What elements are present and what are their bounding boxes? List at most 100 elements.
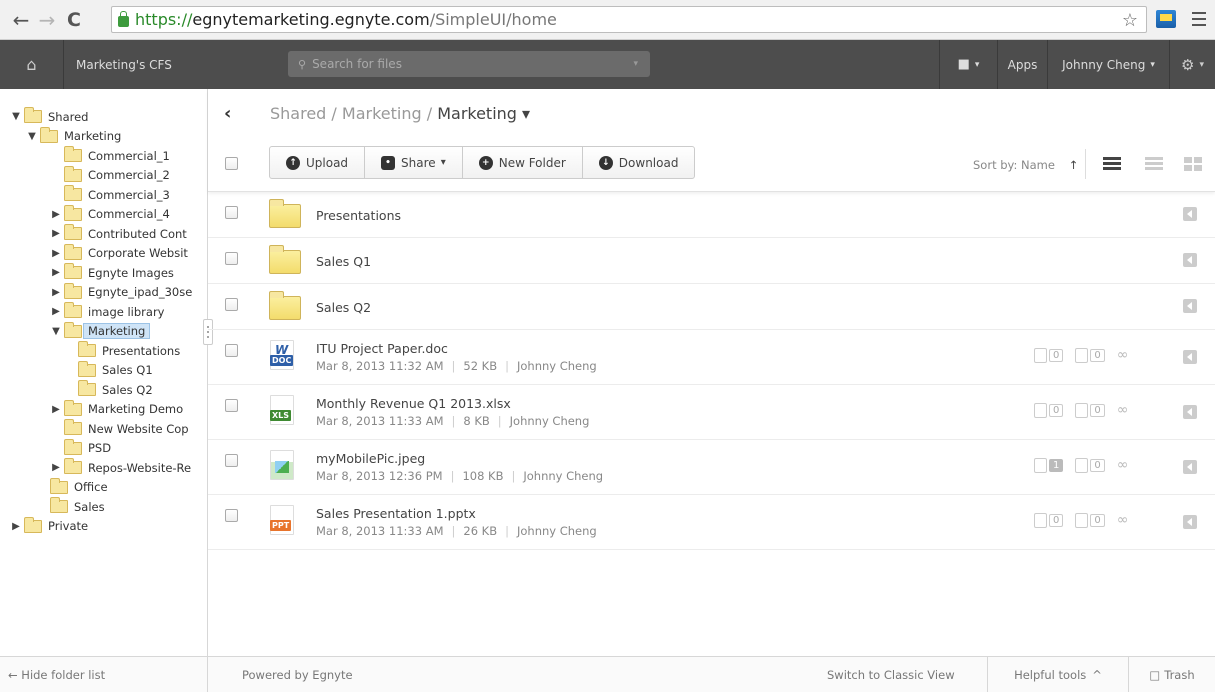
comment-icon[interactable] xyxy=(1034,512,1047,528)
back-arrow-icon[interactable]: ← xyxy=(8,8,34,32)
expand-arrow-icon[interactable]: ▶ xyxy=(50,209,62,220)
row-checkbox[interactable] xyxy=(225,206,238,219)
tree-item-marketing-demo[interactable]: ▶ Marketing Demo xyxy=(0,399,207,420)
trash-button[interactable]: □ Trash xyxy=(1129,657,1215,692)
link-icon[interactable]: ∞ xyxy=(1117,402,1129,418)
tree-item-private[interactable]: ▶ Private xyxy=(0,516,207,537)
back-chevron-icon[interactable]: ‹ xyxy=(224,103,231,124)
comment-icon[interactable] xyxy=(1034,347,1047,363)
tree-item-marketing[interactable]: ▼ Marketing xyxy=(0,126,207,147)
list-item[interactable]: PPT Sales Presentation 1.pptx Mar 8, 201… xyxy=(208,495,1215,550)
sort-control[interactable]: Sort by: Name ↑ xyxy=(973,158,1078,172)
list-item[interactable]: myMobilePic.jpeg Mar 8, 2013 12:36 PM | 10… xyxy=(208,440,1215,495)
user-menu[interactable]: Johnny Cheng ▾ xyxy=(1047,40,1169,89)
extension-icon[interactable] xyxy=(1156,10,1176,28)
row-checkbox[interactable] xyxy=(225,252,238,265)
item-name[interactable]: ITU Project Paper.doc xyxy=(316,341,448,356)
upload-button[interactable]: ↑ Upload xyxy=(270,147,366,178)
hide-folder-list-link[interactable]: ← Hide folder list xyxy=(0,657,208,692)
comment-icon[interactable] xyxy=(1034,457,1047,473)
row-actions-icon[interactable] xyxy=(1183,299,1197,313)
new-folder-button[interactable]: + New Folder xyxy=(463,147,583,178)
tree-item-commercial-3[interactable]: Commercial_3 xyxy=(0,185,207,205)
item-name[interactable]: myMobilePic.jpeg xyxy=(316,451,425,466)
tree-item-corporate-website[interactable]: ▶ Corporate Websit xyxy=(0,243,207,264)
tree-item-sales-q2[interactable]: Sales Q2 xyxy=(0,380,207,400)
grid-view-icon[interactable] xyxy=(1184,157,1202,171)
list-item[interactable]: XLS Monthly Revenue Q1 2013.xlsx Mar 8, … xyxy=(208,385,1215,440)
select-all-checkbox[interactable] xyxy=(225,157,238,170)
tree-item-shared[interactable]: ▼ Shared xyxy=(0,107,207,127)
list-item[interactable]: Presentations xyxy=(208,192,1215,238)
forward-arrow-icon[interactable]: → xyxy=(34,8,60,32)
compact-list-view-icon[interactable] xyxy=(1145,157,1163,171)
chevron-down-icon[interactable]: ▾ xyxy=(633,59,638,69)
detail-list-view-icon[interactable] xyxy=(1103,157,1121,171)
versions-icon[interactable] xyxy=(1075,457,1089,473)
home-icon[interactable]: ⌂ xyxy=(0,40,64,89)
apps-button[interactable]: Apps xyxy=(997,40,1047,89)
item-name[interactable]: Sales Q2 xyxy=(316,300,371,315)
expand-arrow-icon[interactable]: ▶ xyxy=(50,228,62,239)
download-button[interactable]: ↓ Download xyxy=(583,147,695,178)
item-name[interactable]: Monthly Revenue Q1 2013.xlsx xyxy=(316,396,511,411)
item-name[interactable]: Presentations xyxy=(316,208,401,223)
tree-item-sales-q1[interactable]: Sales Q1 xyxy=(0,360,207,381)
expand-arrow-icon[interactable]: ▶ xyxy=(50,267,62,278)
tree-item-psd[interactable]: PSD xyxy=(0,438,207,459)
tree-item-presentations[interactable]: Presentations xyxy=(0,341,207,361)
row-actions-icon[interactable] xyxy=(1183,405,1197,419)
tree-item-egnyte-ipad[interactable]: ▶ Egnyte_ipad_30se xyxy=(0,282,207,303)
sort-value[interactable]: Name xyxy=(1021,158,1055,172)
link-icon[interactable]: ∞ xyxy=(1117,512,1129,528)
item-name[interactable]: Sales Q1 xyxy=(316,254,371,269)
bookmark-star-icon[interactable]: ☆ xyxy=(1122,10,1138,31)
expand-arrow-icon[interactable]: ▶ xyxy=(50,248,62,259)
row-checkbox[interactable] xyxy=(225,298,238,311)
bookmarks-button[interactable]: ■ ▾ xyxy=(939,40,997,89)
tree-item-commercial-4[interactable]: ▶ Commercial_4 xyxy=(0,204,207,225)
list-item[interactable]: W DOC ITU Project Paper.doc Mar 8, 2013 1… xyxy=(208,330,1215,385)
row-actions-icon[interactable] xyxy=(1183,515,1197,529)
settings-menu[interactable]: ⚙ ▾ xyxy=(1169,40,1215,89)
chevron-down-icon[interactable]: ▾ xyxy=(522,104,530,123)
sort-direction-icon[interactable]: ↑ xyxy=(1069,158,1079,172)
expand-arrow-icon[interactable]: ▶ xyxy=(50,462,62,473)
row-checkbox[interactable] xyxy=(225,454,238,467)
expand-arrow-icon[interactable]: ▶ xyxy=(50,404,62,415)
tree-item-contributed-content[interactable]: ▶ Contributed Cont xyxy=(0,224,207,244)
versions-icon[interactable] xyxy=(1075,402,1089,418)
row-actions-icon[interactable] xyxy=(1183,253,1197,267)
expand-arrow-icon[interactable]: ▼ xyxy=(10,111,22,122)
row-actions-icon[interactable] xyxy=(1183,207,1197,221)
tree-item-image-library[interactable]: ▶ image library xyxy=(0,302,207,322)
breadcrumb-shared[interactable]: Shared xyxy=(270,104,326,123)
expand-arrow-icon[interactable]: ▶ xyxy=(10,521,22,532)
tree-item-egnyte-images[interactable]: ▶ Egnyte Images xyxy=(0,263,207,283)
address-bar[interactable]: https://egnytemarketing.egnyte.com/Simpl… xyxy=(111,6,1147,33)
tree-item-sales[interactable]: Sales xyxy=(0,497,207,517)
breadcrumb-current[interactable]: Marketing xyxy=(437,104,517,123)
expand-arrow-icon[interactable]: ▶ xyxy=(50,306,62,317)
row-checkbox[interactable] xyxy=(225,344,238,357)
row-actions-icon[interactable] xyxy=(1183,350,1197,364)
reload-icon[interactable]: C xyxy=(60,9,88,31)
tree-item-commercial-2[interactable]: Commercial_2 xyxy=(0,165,207,186)
tree-item-repos-website[interactable]: ▶ Repos-Website-Re xyxy=(0,458,207,478)
tree-item-marketing-selected[interactable]: ▼ Marketing xyxy=(0,321,207,342)
tree-item-new-website-copy[interactable]: New Website Cop xyxy=(0,419,207,439)
expand-arrow-icon[interactable]: ▶ xyxy=(50,287,62,298)
row-actions-icon[interactable] xyxy=(1183,460,1197,474)
row-checkbox[interactable] xyxy=(225,399,238,412)
expand-arrow-icon[interactable]: ▼ xyxy=(50,326,62,337)
versions-icon[interactable] xyxy=(1075,512,1089,528)
share-button[interactable]: • Share ▾ xyxy=(365,147,463,178)
classic-view-link[interactable]: Switch to Classic View xyxy=(827,668,987,682)
browser-menu-icon[interactable] xyxy=(1192,12,1206,30)
item-name[interactable]: Sales Presentation 1.pptx xyxy=(316,506,476,521)
expand-arrow-icon[interactable]: ▼ xyxy=(26,131,38,142)
versions-icon[interactable] xyxy=(1075,347,1089,363)
helpful-tools-button[interactable]: Helpful tools ^ xyxy=(987,657,1129,692)
comment-icon[interactable] xyxy=(1034,402,1047,418)
workspace-name[interactable]: Marketing's CFS xyxy=(64,40,244,89)
